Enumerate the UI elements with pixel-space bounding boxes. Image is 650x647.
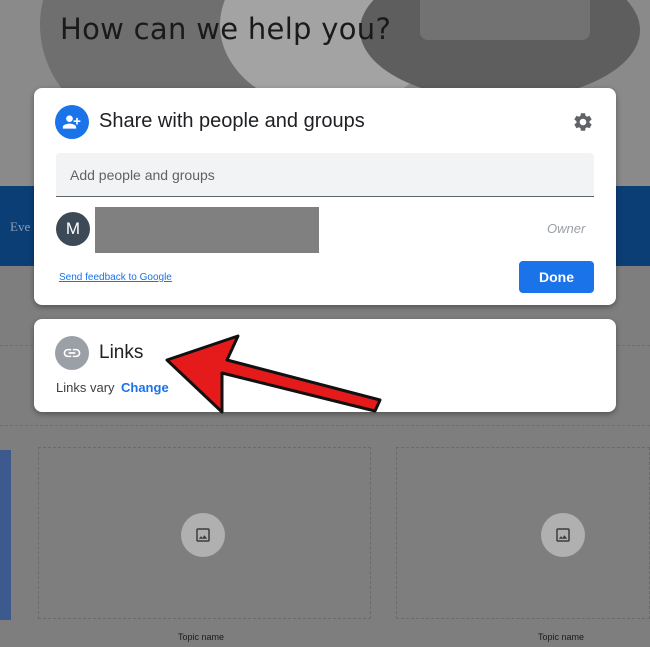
redacted-user-info <box>95 207 319 253</box>
done-button[interactable]: Done <box>519 261 594 293</box>
topic-label: Topic name <box>538 632 585 642</box>
add-people-input[interactable] <box>56 153 594 197</box>
topic-label: Topic name <box>178 632 225 642</box>
links-card[interactable]: Links Links vary Change <box>34 319 616 412</box>
share-dialog: Share with people and groups M Owner Sen… <box>34 88 616 305</box>
side-accent-bar <box>0 450 11 620</box>
gear-icon[interactable] <box>572 111 594 133</box>
link-icon <box>55 336 89 370</box>
image-icon <box>181 513 225 557</box>
image-icon <box>541 513 585 557</box>
nav-band-text: Eve <box>10 219 31 234</box>
hero-title: How can we help you? <box>60 12 392 46</box>
change-link-button[interactable]: Change <box>121 380 169 395</box>
topic-tile <box>396 447 650 619</box>
section-divider <box>0 425 650 426</box>
hero-photo-shape <box>420 0 590 40</box>
avatar: M <box>56 212 90 246</box>
owner-role-label: Owner <box>547 221 586 236</box>
send-feedback-link[interactable]: Send feedback to Google <box>59 272 172 283</box>
person-add-icon <box>55 105 89 139</box>
links-status: Links vary <box>56 380 115 395</box>
links-title: Links <box>99 342 144 363</box>
dialog-title: Share with people and groups <box>99 110 365 132</box>
